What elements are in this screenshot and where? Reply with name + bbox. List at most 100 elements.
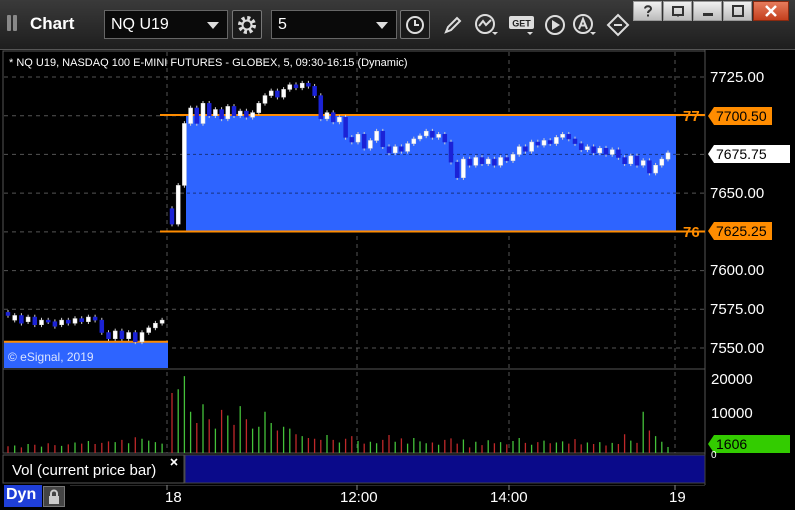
candle-down bbox=[492, 158, 497, 166]
candle-up bbox=[237, 110, 243, 116]
symbol-combobox[interactable]: NQ U19 bbox=[104, 10, 228, 39]
candle-down bbox=[634, 155, 640, 166]
price-tick: 7650.00 bbox=[710, 185, 764, 202]
svg-text:GET: GET bbox=[512, 18, 531, 28]
gear-icon bbox=[238, 15, 256, 34]
close-icon bbox=[765, 5, 777, 17]
candle-up bbox=[250, 112, 255, 118]
candle-up bbox=[175, 185, 181, 225]
clock-icon bbox=[406, 15, 424, 34]
close-button[interactable] bbox=[753, 1, 789, 21]
candle-down bbox=[92, 316, 98, 321]
time-axis[interactable]: 18 12:00 14:00 19 bbox=[0, 485, 795, 510]
candle-up bbox=[86, 316, 91, 322]
link-button[interactable] bbox=[603, 10, 633, 39]
candle-down bbox=[430, 130, 435, 138]
candle-up bbox=[25, 316, 31, 322]
candle-up bbox=[392, 146, 398, 154]
candle-up bbox=[126, 332, 131, 339]
candle-down bbox=[312, 86, 317, 96]
candle-down bbox=[206, 103, 212, 116]
restore-icon bbox=[671, 6, 684, 17]
candle-up bbox=[159, 319, 165, 324]
candle-up bbox=[139, 332, 145, 343]
upper-line-flag: 7700.50 bbox=[708, 107, 772, 125]
link-diamond-icon bbox=[606, 13, 630, 36]
help-button[interactable] bbox=[633, 1, 662, 21]
get-data-button[interactable]: GET bbox=[507, 10, 539, 39]
candle-down bbox=[219, 109, 224, 120]
candle-down bbox=[79, 318, 84, 322]
candle-down bbox=[275, 90, 280, 98]
interval-combobox[interactable]: 5 bbox=[271, 10, 397, 39]
candle-down bbox=[349, 137, 355, 143]
candle-down bbox=[5, 312, 11, 316]
chevron-down-icon bbox=[376, 22, 388, 29]
current-price-value: 7675.75 bbox=[716, 146, 767, 162]
chart-window: Chart NQ U19 5 GET * NQ U19, NASDAQ 100 … bbox=[0, 0, 795, 510]
candle-up bbox=[12, 315, 17, 321]
candle-down bbox=[119, 330, 125, 339]
candle-down bbox=[591, 146, 596, 154]
studies-button[interactable] bbox=[472, 10, 502, 39]
candle-up bbox=[188, 107, 193, 124]
chart-toolbar: Chart NQ U19 5 GET bbox=[0, 0, 795, 50]
candle-up bbox=[597, 147, 603, 154]
lower-line-value: 7625.25 bbox=[716, 223, 767, 239]
candle-up bbox=[225, 106, 231, 120]
lower-line-flag: 7625.25 bbox=[708, 222, 772, 240]
lower-line-label: 76 bbox=[683, 224, 700, 241]
volume-study-label[interactable]: Vol (current price bar) bbox=[12, 462, 156, 479]
candle-up bbox=[405, 143, 410, 152]
candle-up bbox=[653, 165, 658, 174]
grid-lines bbox=[4, 52, 705, 453]
minimize-button[interactable] bbox=[693, 1, 722, 21]
candle-down bbox=[603, 147, 609, 155]
maximize-icon bbox=[731, 5, 744, 17]
price-chart[interactable]: * NQ U19, NASDAQ 100 E-MINI FUTURES - GL… bbox=[0, 50, 795, 485]
time-tick: 19 bbox=[669, 489, 686, 506]
candle-down bbox=[442, 134, 448, 143]
symbol-settings-button[interactable] bbox=[232, 10, 262, 39]
candle-up bbox=[268, 90, 274, 96]
candle-down bbox=[399, 146, 404, 152]
candle-down bbox=[318, 95, 324, 120]
chart-area[interactable]: * NQ U19, NASDAQ 100 E-MINI FUTURES - GL… bbox=[0, 50, 795, 485]
candle-up bbox=[529, 141, 534, 152]
candle-down bbox=[578, 143, 584, 151]
candle-down bbox=[19, 315, 24, 324]
candle-down bbox=[454, 161, 460, 178]
candle-up bbox=[281, 89, 286, 98]
candle-down bbox=[231, 106, 237, 116]
drag-grip-icon[interactable] bbox=[7, 15, 21, 31]
candle-up bbox=[498, 157, 503, 166]
candle-up bbox=[665, 152, 671, 160]
maximize-button[interactable] bbox=[723, 1, 752, 21]
line-study-icon bbox=[475, 13, 498, 35]
candle-down bbox=[448, 141, 454, 163]
candle-up bbox=[560, 134, 565, 138]
candle-down bbox=[45, 319, 51, 323]
current-price-flag: 7675.75 bbox=[708, 145, 790, 163]
candle-down bbox=[547, 140, 553, 144]
candle-up bbox=[516, 146, 522, 155]
candle-up bbox=[473, 157, 479, 166]
chevron-down-icon bbox=[207, 22, 219, 29]
alerts-button[interactable] bbox=[570, 10, 600, 39]
candle-down bbox=[380, 130, 386, 147]
candle-up bbox=[628, 155, 634, 164]
candle-up bbox=[368, 140, 373, 149]
candle-down bbox=[535, 141, 541, 146]
upper-line-label: 77 bbox=[683, 108, 700, 125]
candle-down bbox=[32, 316, 38, 326]
restore-button[interactable] bbox=[663, 1, 692, 21]
candle-down bbox=[566, 134, 572, 140]
play-button[interactable] bbox=[540, 10, 570, 39]
candle-up bbox=[423, 130, 429, 137]
draw-tool-button[interactable] bbox=[438, 10, 468, 39]
candle-down bbox=[133, 332, 138, 343]
minimize-icon bbox=[702, 13, 713, 16]
candle-up bbox=[585, 146, 590, 151]
interval-settings-button[interactable] bbox=[400, 10, 430, 39]
volume-tick: 0 bbox=[711, 450, 717, 461]
